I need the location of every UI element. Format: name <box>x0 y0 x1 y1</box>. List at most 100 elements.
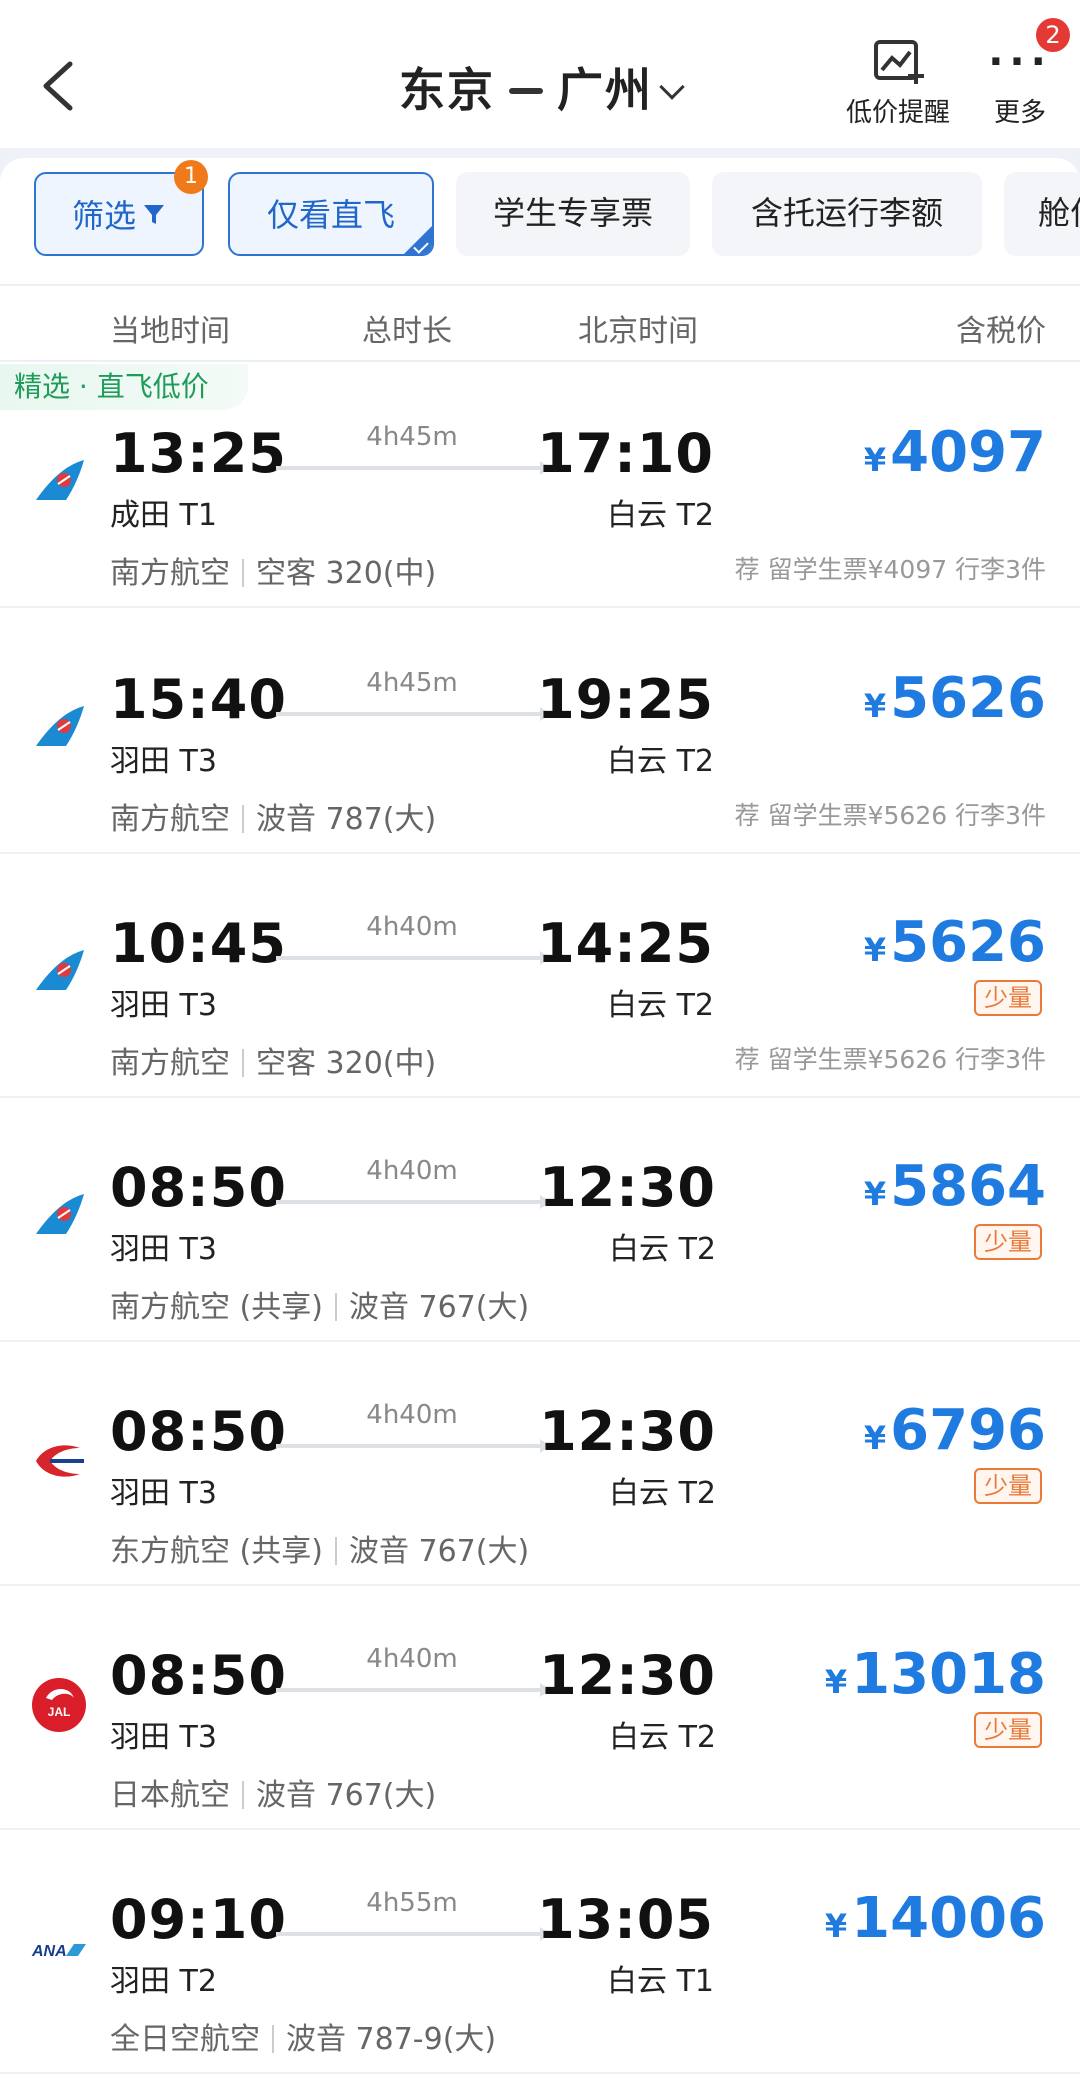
aircraft-type: 波音 767(大) <box>348 1290 530 1325</box>
china-southern-logo-icon <box>30 944 88 1002</box>
price: ¥14006 <box>825 1886 1046 1951</box>
flight-duration: 4h40m <box>366 912 458 942</box>
col-local-time[interactable]: 当地时间 <box>110 306 230 350</box>
more-button[interactable]: ··· 更多 <box>980 39 1060 129</box>
aircraft-type: 空客 320(中) <box>256 1046 437 1081</box>
col-duration[interactable]: 总时长 <box>362 306 452 350</box>
departure-airport: 羽田 T3 <box>110 988 217 1023</box>
currency-symbol: ¥ <box>824 1663 848 1701</box>
airline-info: 全日空航空 波音 787-9(大) <box>110 2014 496 2058</box>
airline-info: 东方航空 (共享) 波音 767(大) <box>110 1526 529 1570</box>
low-stock-badge: 少量 <box>974 1224 1042 1260</box>
currency-symbol: ¥ <box>824 1907 848 1945</box>
duration-arrow <box>276 951 550 965</box>
aircraft-type: 波音 787-9(大) <box>286 2022 497 2057</box>
checked-baggage-chip[interactable]: 含托运行李额 <box>712 172 982 256</box>
student-fare-chip[interactable]: 学生专享票 <box>456 172 690 256</box>
departure-airport: 羽田 T2 <box>110 1964 217 1999</box>
flight-row[interactable]: JAL 08:50 4h40m 12:30 羽田 T3 白云 T2 ¥13018 少量 日本航空… <box>0 1586 1080 1830</box>
arrival-time: 12:30 <box>539 1644 716 1707</box>
direct-only-chip[interactable]: 仅看直飞 <box>228 172 434 256</box>
departure-time: 13:25 <box>110 422 287 485</box>
price: ¥6796 <box>864 1398 1046 1463</box>
more-badge: 2 <box>1036 18 1070 52</box>
airline-info: 南方航空 空客 320(中) <box>110 1038 436 1082</box>
airline-name: 全日空航空 <box>110 2022 260 2057</box>
ana-logo-icon: ANA <box>30 1920 88 1978</box>
airline-name: 南方航空 <box>110 1046 230 1081</box>
duration-arrow <box>276 1927 550 1941</box>
arrival-time: 12:30 <box>539 1400 716 1463</box>
airline-name: 南方航空 <box>110 802 230 837</box>
departure-airport: 羽田 T3 <box>110 1720 217 1755</box>
flight-row[interactable]: 10:45 4h40m 14:25 羽田 T3 白云 T2 ¥5626 少量 南方航空 空客 3… <box>0 854 1080 1098</box>
flight-row[interactable]: 15:40 4h45m 19:25 羽田 T3 白云 T2 ¥5626 南方航空 波音 787… <box>0 610 1080 854</box>
jal-logo-icon: JAL <box>30 1676 88 1734</box>
departure-time: 08:50 <box>110 1400 287 1463</box>
departure-airport: 羽田 T3 <box>110 1476 217 1511</box>
divider <box>334 1536 337 1565</box>
divider <box>242 558 244 587</box>
cabin-chip[interactable]: 舱位 <box>1004 172 1080 256</box>
airline-name: 东方航空 (共享) <box>110 1534 323 1569</box>
price: ¥5626 <box>864 910 1046 975</box>
low-stock-badge: 少量 <box>974 1468 1042 1504</box>
departure-time: 15:40 <box>110 668 287 731</box>
aircraft-type: 空客 320(中) <box>256 556 437 591</box>
price-value: 14006 <box>851 1886 1046 1951</box>
funnel-icon <box>142 174 166 256</box>
price: ¥4097 <box>864 420 1046 485</box>
price-value: 4097 <box>890 420 1046 485</box>
currency-symbol: ¥ <box>863 441 887 479</box>
flight-row[interactable]: 08:50 4h40m 12:30 羽田 T3 白云 T2 ¥5864 少量 南方航空 (共享… <box>0 1098 1080 1342</box>
checked-baggage-label: 含托运行李额 <box>750 194 943 232</box>
flight-row[interactable]: 08:50 4h40m 12:30 羽田 T3 白云 T2 ¥6796 少量 东方航空 (共享… <box>0 1342 1080 1586</box>
departure-time: 08:50 <box>110 1644 287 1707</box>
price-alert-label: 低价提醒 <box>845 98 950 128</box>
currency-symbol: ¥ <box>863 1175 887 1213</box>
departure-time: 10:45 <box>110 912 287 975</box>
airline-info: 日本航空 波音 767(大) <box>110 1770 436 1814</box>
flight-row[interactable]: 13:25 4h45m 17:10 成田 T1 白云 T2 ¥4097 南方航空 空客 320… <box>0 364 1080 608</box>
arrival-airport: 白云 T2 <box>607 744 714 779</box>
departure-time: 09:10 <box>110 1888 287 1951</box>
col-beijing-time[interactable]: 北京时间 <box>578 306 698 350</box>
price-alert-button[interactable]: 低价提醒 <box>838 38 958 129</box>
currency-symbol: ¥ <box>863 931 887 969</box>
airline-name: 南方航空 (共享) <box>110 1290 323 1325</box>
duration-arrow <box>276 1683 550 1697</box>
price-value: 5626 <box>890 910 1046 975</box>
airline-info: 南方航空 (共享) 波音 767(大) <box>110 1282 529 1326</box>
arrival-time: 12:30 <box>539 1156 716 1219</box>
low-stock-badge: 少量 <box>974 1712 1042 1748</box>
flight-row[interactable]: ANA 09:10 4h55m 13:05 羽田 T2 白云 T1 ¥14006 全日空航空波… <box>0 1830 1080 2074</box>
airline-name: 日本航空 <box>110 1778 230 1813</box>
china-southern-logo-icon <box>30 454 88 512</box>
more-label: 更多 <box>993 98 1046 128</box>
price-value: 13018 <box>851 1642 1046 1707</box>
origin-city: 东京 <box>399 63 495 117</box>
recommendation-note: 荐 留学生票¥4097 行李3件 <box>734 555 1046 584</box>
price-alert-icon <box>874 40 924 84</box>
direct-only-label: 仅看直飞 <box>266 196 395 234</box>
student-fare-label: 学生专享票 <box>492 194 653 232</box>
arrival-airport: 白云 T2 <box>609 1232 716 1267</box>
col-price[interactable]: 含税价 <box>956 306 1046 350</box>
china-eastern-logo-icon <box>30 1432 88 1490</box>
more-dots-icon: ··· <box>988 39 1052 85</box>
chevron-down-icon <box>659 73 685 100</box>
flight-duration: 4h45m <box>366 422 458 452</box>
china-southern-logo-icon <box>30 700 88 758</box>
airline-name: 南方航空 <box>110 556 230 591</box>
airline-info: 南方航空 空客 320(中) <box>110 548 436 592</box>
departure-airport: 成田 T1 <box>110 498 217 533</box>
filter-count-badge: 1 <box>174 160 208 194</box>
svg-text:JAL: JAL <box>48 1705 71 1719</box>
arrival-time: 14:25 <box>537 912 714 975</box>
arrival-time: 13:05 <box>537 1888 714 1951</box>
arrival-airport: 白云 T1 <box>607 1964 714 1999</box>
price: ¥5864 <box>864 1154 1046 1219</box>
svg-text:ANA: ANA <box>31 1943 67 1960</box>
filter-button[interactable]: 筛选 1 <box>34 160 208 256</box>
duration-arrow <box>276 1439 550 1453</box>
